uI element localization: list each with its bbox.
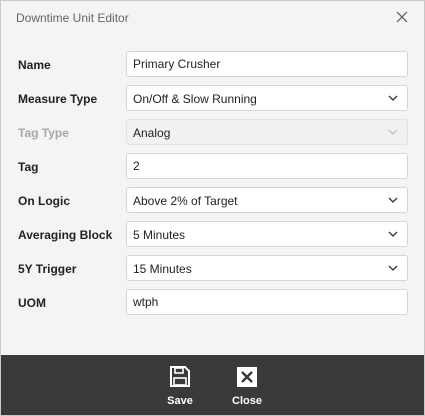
close-box-icon [237, 367, 257, 387]
5y-trigger-select[interactable]: 15 Minutes [126, 255, 408, 281]
save-label: Save [167, 395, 193, 407]
measure-type-value: On/Off & Slow Running [133, 92, 257, 106]
on-logic-value: Above 2% of Target [133, 194, 238, 208]
name-input[interactable] [126, 51, 408, 77]
chevron-down-icon [388, 129, 398, 135]
dialog-footer: Save Close [1, 355, 424, 415]
chevron-down-icon [388, 95, 398, 101]
5y-trigger-value: 15 Minutes [133, 262, 192, 276]
averaging-block-label: Averaging Block [18, 228, 113, 242]
close-button[interactable]: Close [222, 365, 272, 411]
field-row-measure-type: Measure Type On/Off & Slow Running [1, 85, 424, 113]
field-row-on-logic: On Logic Above 2% of Target [1, 187, 424, 215]
field-row-5y-trigger: 5Y Trigger 15 Minutes [1, 255, 424, 283]
field-row-uom: UOM [1, 289, 424, 317]
save-button[interactable]: Save [155, 365, 205, 411]
measure-type-label: Measure Type [18, 92, 98, 106]
tag-input-field[interactable] [127, 154, 407, 178]
tag-type-label: Tag Type [18, 126, 69, 140]
tag-type-select: Analog [126, 119, 408, 145]
tag-label: Tag [18, 160, 39, 174]
uom-input-field[interactable] [127, 290, 407, 314]
measure-type-select[interactable]: On/Off & Slow Running [126, 85, 408, 111]
close-icon[interactable] [394, 9, 410, 25]
chevron-down-icon [388, 197, 398, 203]
title-bar: Downtime Unit Editor [1, 1, 424, 35]
on-logic-select[interactable]: Above 2% of Target [126, 187, 408, 213]
name-label: Name [18, 58, 51, 72]
downtime-unit-editor-dialog: Downtime Unit Editor Name Measure Type O… [0, 0, 425, 416]
uom-label: UOM [18, 296, 46, 310]
averaging-block-select[interactable]: 5 Minutes [126, 221, 408, 247]
dialog-title: Downtime Unit Editor [16, 11, 129, 25]
5y-trigger-label: 5Y Trigger [18, 262, 77, 276]
field-row-averaging-block: Averaging Block 5 Minutes [1, 221, 424, 249]
name-input-field[interactable] [127, 52, 407, 76]
averaging-block-value: 5 Minutes [133, 228, 186, 242]
field-row-tag: Tag [1, 153, 424, 181]
tag-type-value: Analog [133, 126, 171, 140]
on-logic-label: On Logic [18, 194, 70, 208]
chevron-down-icon [388, 231, 398, 237]
chevron-down-icon [388, 265, 398, 271]
tag-input[interactable] [126, 153, 408, 179]
unit-form: Name Measure Type On/Off & Slow Running … [1, 35, 424, 355]
uom-input[interactable] [126, 289, 408, 315]
field-row-tag-type: Tag Type Analog [1, 119, 424, 147]
close-label: Close [232, 395, 262, 407]
save-icon [170, 366, 190, 387]
field-row-name: Name [1, 51, 424, 79]
